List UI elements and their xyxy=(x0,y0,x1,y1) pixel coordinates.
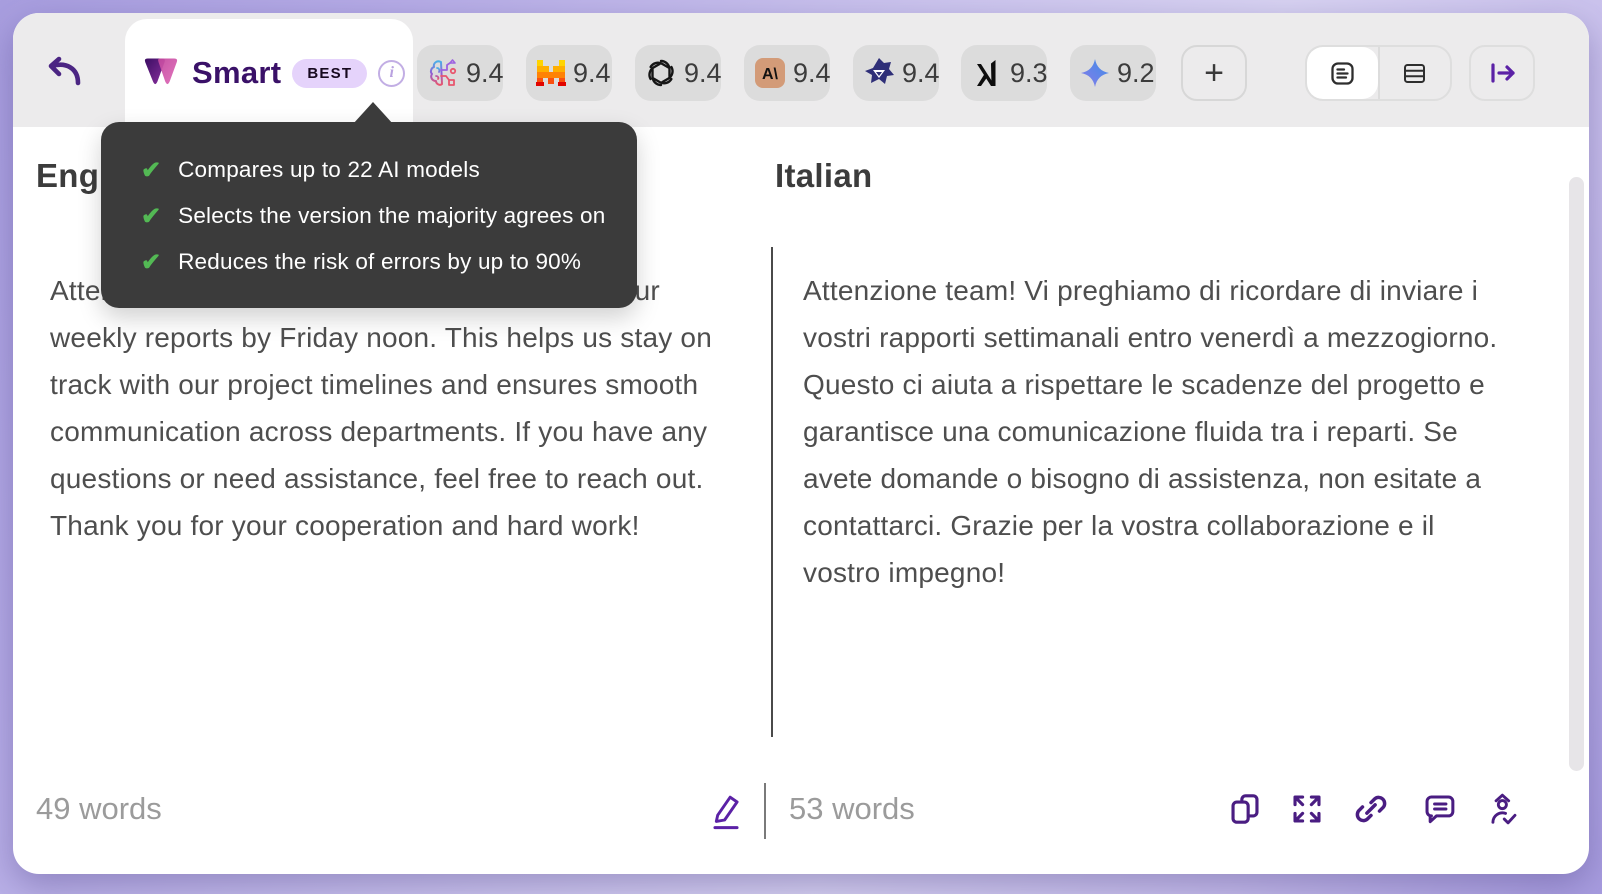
app-background: Smart BEST i 9.4 9.4 9.4 A\ 9.4 9.4 9.3 … xyxy=(0,0,1602,894)
link-icon xyxy=(1353,791,1389,827)
comment-button[interactable] xyxy=(1420,790,1458,828)
tooltip-item: ✔ Compares up to 22 AI models xyxy=(141,156,480,184)
link-button[interactable] xyxy=(1352,790,1390,828)
bar-arrow-right-icon xyxy=(1487,59,1517,87)
mistral-icon xyxy=(536,58,566,88)
footer-divider xyxy=(764,783,766,839)
model-score: 9.3 xyxy=(1010,57,1047,88)
translation-card: Smart BEST i 9.4 9.4 9.4 A\ 9.4 9.4 9.3 … xyxy=(13,13,1589,874)
card-view-icon xyxy=(1329,60,1356,87)
model-score: 9.4 xyxy=(573,57,611,88)
expert-person-check-icon xyxy=(1486,792,1520,826)
model-tab-qwen[interactable]: 9.4 xyxy=(853,45,939,101)
check-icon: ✔ xyxy=(141,202,162,230)
copy-button[interactable] xyxy=(1226,790,1264,828)
export-button[interactable] xyxy=(1469,45,1535,101)
smart-logo-icon xyxy=(141,55,181,91)
target-word-count: 53 words xyxy=(789,791,915,826)
model-score: 9.4 xyxy=(466,57,503,88)
smart-info-tooltip: ✔ Compares up to 22 AI models ✔ Selects … xyxy=(101,102,637,308)
target-text-area: Attenzione team! Vi preghiamo di ricorda… xyxy=(803,275,1498,588)
tooltip-item: ✔ Reduces the risk of errors by up to 90… xyxy=(141,248,582,276)
check-icon: ✔ xyxy=(141,248,162,276)
xai-icon xyxy=(971,57,1003,89)
view-toggle-rows[interactable] xyxy=(1380,47,1451,99)
openai-icon xyxy=(645,57,677,89)
gemini-sparkle-icon xyxy=(1080,58,1110,88)
vertical-scrollbar[interactable] xyxy=(1569,177,1584,771)
edit-source-button[interactable] xyxy=(706,788,746,834)
source-text-area[interactable]: Attention team! Please remember to submi… xyxy=(50,267,752,549)
model-score: 9.4 xyxy=(793,57,830,88)
check-icon: ✔ xyxy=(141,156,162,184)
model-tab-multi-model[interactable]: 9.4 xyxy=(417,45,503,101)
comment-icon xyxy=(1422,792,1456,826)
expand-icon xyxy=(1290,792,1324,826)
model-score: 9.4 xyxy=(902,57,939,88)
brain-circuit-icon xyxy=(427,57,459,89)
source-word-count: 49 words xyxy=(36,791,162,826)
view-toggle-card[interactable] xyxy=(1307,47,1378,99)
model-tab-xai[interactable]: 9.3 xyxy=(961,45,1047,101)
expand-button[interactable] xyxy=(1288,790,1326,828)
view-toggle-group xyxy=(1305,45,1452,101)
model-score: 9.2 xyxy=(1117,57,1155,88)
svg-text:A\: A\ xyxy=(762,66,779,83)
undo-arrow-icon xyxy=(41,53,85,91)
add-model-button[interactable]: + xyxy=(1181,45,1247,101)
model-tab-mistral[interactable]: 9.4 xyxy=(526,45,612,101)
plus-icon: + xyxy=(1204,53,1224,92)
smart-tab-label: Smart xyxy=(192,55,282,90)
tooltip-item: ✔ Selects the version the majority agree… xyxy=(141,202,606,230)
model-tab-openai[interactable]: 9.4 xyxy=(635,45,721,101)
proofread-button[interactable] xyxy=(1484,790,1522,828)
qwen-icon xyxy=(863,57,895,89)
model-tab-anthropic[interactable]: A\ 9.4 xyxy=(744,45,830,101)
model-tab-gemini[interactable]: 9.2 xyxy=(1070,45,1156,101)
best-badge: BEST xyxy=(292,58,368,88)
back-button[interactable] xyxy=(39,51,87,93)
pencil-icon xyxy=(708,789,744,833)
model-score: 9.4 xyxy=(684,57,721,88)
info-icon[interactable]: i xyxy=(378,59,406,87)
column-divider xyxy=(771,247,773,737)
target-language-heading: Italian xyxy=(775,157,873,194)
copy-icon xyxy=(1228,792,1262,826)
rows-view-icon xyxy=(1401,60,1428,87)
anthropic-icon: A\ xyxy=(754,57,786,89)
